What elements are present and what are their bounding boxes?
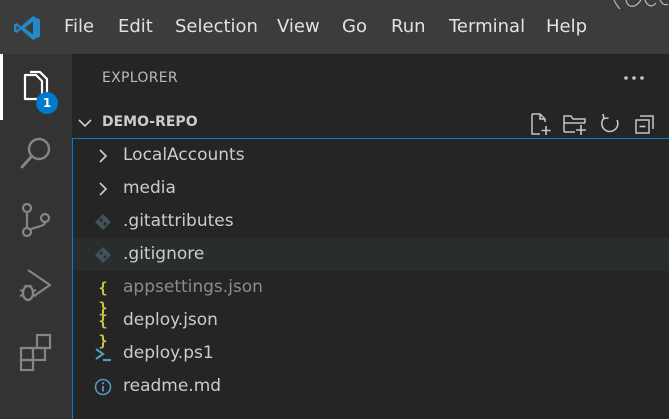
git-file-icon xyxy=(93,212,113,232)
tree-item-deploy-ps1[interactable]: deploy.ps1 xyxy=(73,337,669,370)
ellipsis-icon[interactable] xyxy=(620,62,648,90)
tree-item-deploy-json[interactable]: { } deploy.json xyxy=(73,304,669,350)
title-bar: File Edit Selection View Go Run Terminal… xyxy=(0,0,669,54)
menu-go[interactable]: Go xyxy=(342,0,367,54)
tree-item-gitignore[interactable]: .gitignore xyxy=(73,238,669,271)
tree-item-label: media xyxy=(123,178,176,198)
refresh-button[interactable] xyxy=(597,111,623,137)
tree-item-label: .gitattributes xyxy=(123,211,234,231)
explorer-title: EXPLORER xyxy=(102,70,178,86)
json-file-icon: { } xyxy=(98,279,108,317)
tree-item-readme-md[interactable]: readme.md xyxy=(73,370,669,403)
menu-view[interactable]: View xyxy=(277,0,320,54)
new-file-button[interactable] xyxy=(527,111,553,137)
explorer-badge: 1 xyxy=(36,92,58,114)
source-control-icon xyxy=(21,202,51,238)
tree-item-localaccounts[interactable]: LocalAccounts xyxy=(73,139,669,172)
new-folder-button[interactable] xyxy=(562,111,588,137)
explorer-sidebar: EXPLORER DEMO-REPO LocalAccounts media .… xyxy=(72,54,669,419)
tree-item-label: .gitignore xyxy=(123,244,205,264)
menu-help[interactable]: Help xyxy=(546,0,587,54)
menu-run[interactable]: Run xyxy=(391,0,426,54)
activity-bar: 1 xyxy=(0,54,72,419)
window-title-fragment xyxy=(613,0,669,10)
chevron-down-icon xyxy=(78,119,92,128)
collapse-all-button[interactable] xyxy=(632,111,658,137)
tree-item-label: deploy.json xyxy=(123,310,218,330)
chevron-right-icon xyxy=(93,146,113,166)
git-file-icon xyxy=(93,245,113,265)
tree-item-appsettings-json[interactable]: { } appsettings.json xyxy=(73,271,669,317)
json-file-icon: { } xyxy=(98,312,108,350)
tree-item-label: deploy.ps1 xyxy=(123,343,214,363)
activity-source-control[interactable] xyxy=(0,186,72,252)
activity-search[interactable] xyxy=(0,120,72,186)
tree-item-label: LocalAccounts xyxy=(123,145,245,165)
collapse-all-icon xyxy=(635,115,654,134)
menu-file[interactable]: File xyxy=(64,0,94,54)
search-icon xyxy=(20,137,51,169)
tree-item-gitattributes[interactable]: .gitattributes xyxy=(73,205,669,238)
refresh-icon xyxy=(601,113,619,133)
tree-item-label: readme.md xyxy=(123,376,222,396)
vscode-window: File Edit Selection View Go Run Terminal… xyxy=(0,0,669,419)
info-file-icon xyxy=(93,377,113,397)
new-file-icon xyxy=(531,113,551,135)
run-debug-icon xyxy=(19,269,52,302)
extensions-icon xyxy=(19,333,52,372)
vscode-logo-icon xyxy=(14,16,40,40)
chevron-right-icon xyxy=(93,179,113,199)
activity-extensions[interactable] xyxy=(0,318,72,384)
tree-item-label: appsettings.json xyxy=(123,277,263,297)
tree-item-media[interactable]: media xyxy=(73,172,669,205)
menu-edit[interactable]: Edit xyxy=(118,0,153,54)
section-title: DEMO-REPO xyxy=(102,114,198,130)
activity-explorer[interactable]: 1 xyxy=(0,54,72,120)
menu-terminal[interactable]: Terminal xyxy=(449,0,525,54)
menu-selection[interactable]: Selection xyxy=(175,0,258,54)
new-folder-icon xyxy=(563,115,586,135)
file-tree: LocalAccounts media .gitattributes .giti… xyxy=(72,138,669,419)
section-header-demo-repo[interactable]: DEMO-REPO xyxy=(72,108,669,138)
activity-run-debug[interactable] xyxy=(0,252,72,318)
powershell-file-icon xyxy=(93,344,113,364)
